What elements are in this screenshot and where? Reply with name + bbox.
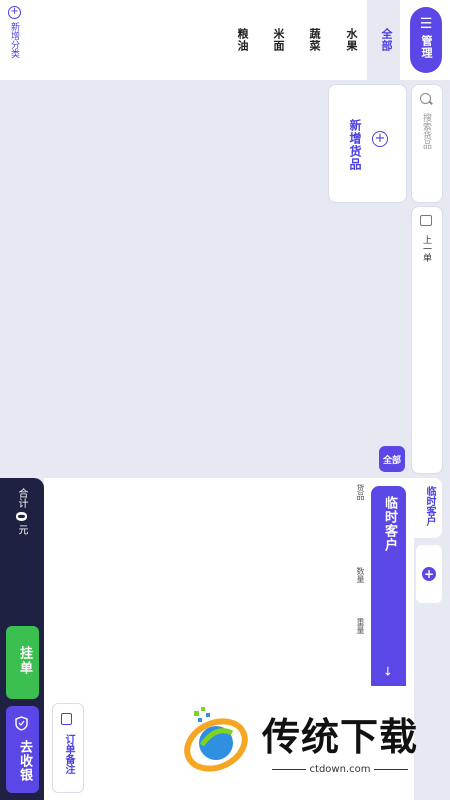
watermark-title: 传统下载 (262, 715, 419, 759)
plus-circle-icon: + (8, 6, 21, 19)
manage-label: 管理 (420, 35, 433, 59)
temp-customer-label: 临时客户 (382, 496, 397, 552)
previous-order-button[interactable]: 上一单 (411, 206, 443, 474)
hang-order-label: 挂单 (17, 646, 32, 676)
filter-all-button[interactable]: 全部 (379, 446, 405, 472)
edit-icon (61, 713, 72, 725)
checkout-button[interactable]: 去收银 (6, 706, 39, 793)
new-product-card[interactable]: + 新增货品 (328, 84, 407, 203)
plus-icon: + (422, 567, 436, 581)
column-header-quantity: 数量 (356, 567, 365, 583)
search-input[interactable]: 搜索货品 (411, 84, 443, 203)
watermark-url: ctdown.com (262, 764, 418, 775)
previous-order-label: 上一单 (421, 235, 431, 262)
search-icon (420, 93, 431, 104)
arrow-icon: → (381, 666, 395, 677)
order-note-label: 订单备注 (63, 734, 74, 774)
manage-button[interactable]: ☰ 管理 (410, 7, 442, 73)
category-all[interactable]: 全部 (378, 28, 394, 52)
category-vegetable[interactable]: 蔬菜 (306, 28, 322, 52)
filter-all-label: 全部 (382, 455, 401, 466)
customer-tab-temp[interactable]: 临时客户 (414, 478, 442, 538)
order-total: 合计 0 元 (12, 488, 30, 535)
column-header-weight: 重量 (356, 618, 365, 634)
order-note-button[interactable]: 订单备注 (52, 703, 84, 793)
temp-customer-card[interactable]: 临时客户 → (371, 486, 406, 686)
category-rice-noodle[interactable]: 米面 (270, 28, 286, 52)
total-amount: 0 (12, 511, 30, 522)
add-category-label: 新增分类 (9, 22, 19, 58)
hang-order-button[interactable]: 挂单 (6, 626, 39, 699)
menu-icon: ☰ (419, 16, 433, 32)
category-fruit[interactable]: 水果 (343, 28, 359, 52)
total-currency: 元 (16, 524, 27, 535)
add-customer-button[interactable]: + (416, 545, 442, 603)
plus-circle-icon: + (372, 131, 388, 147)
watermark-logo-icon (184, 707, 248, 772)
checkout-label: 去收银 (17, 740, 32, 782)
new-product-label: 新增货品 (348, 119, 362, 171)
total-prefix: 合计 (16, 488, 27, 508)
search-placeholder: 搜索货品 (421, 113, 431, 149)
printer-icon (420, 215, 432, 226)
customer-tab-label: 临时客户 (424, 486, 435, 526)
column-header-product: 货品 (356, 484, 365, 500)
add-category-button[interactable]: + 新增分类 (8, 6, 21, 58)
category-grain-oil[interactable]: 粮油 (234, 28, 250, 52)
shield-icon (15, 716, 28, 731)
